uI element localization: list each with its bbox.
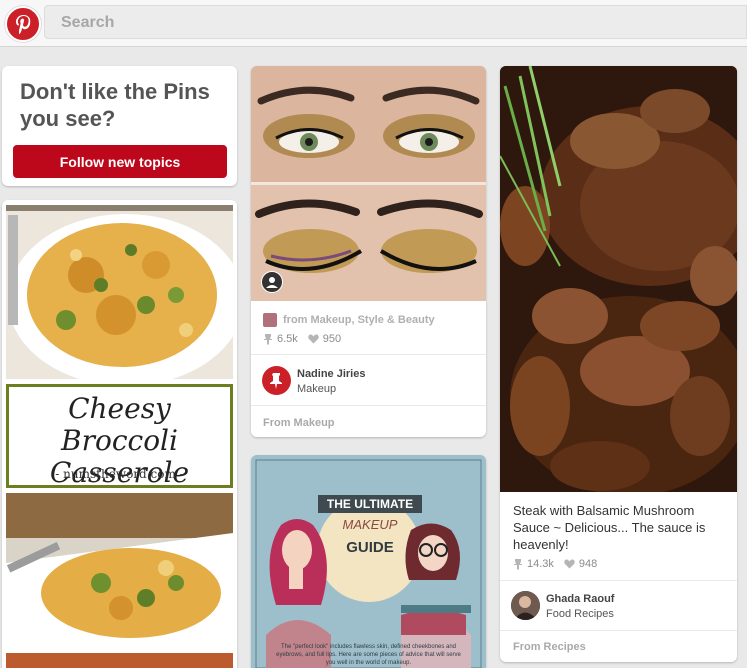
steak-photo [500, 66, 737, 492]
makeup-like-count: 950 [322, 333, 342, 345]
makeup-guide-pin[interactable]: THE ULTIMATE MAKEUP GUIDE The "perfect l… [251, 455, 486, 668]
guide-title-mid: MAKEUP [342, 517, 398, 532]
top-bar: Search [0, 0, 747, 47]
makeup-from[interactable]: From Makeup [263, 417, 335, 429]
casserole-site: - numstheword.com - [55, 467, 184, 481]
search-input[interactable]: Search [44, 5, 747, 39]
makeup-board-name[interactable]: Makeup [297, 383, 336, 395]
steak-username[interactable]: Ghada Raouf [546, 593, 614, 605]
steak-pin[interactable]: Steak with Balsamic Mushroom Sauce ~ Del… [500, 66, 737, 662]
divider [500, 580, 737, 581]
divider [251, 405, 486, 406]
steak-board-name[interactable]: Food Recipes [546, 608, 614, 620]
divider [500, 630, 737, 631]
steak-description: Steak with Balsamic Mushroom Sauce ~ Del… [513, 503, 706, 552]
makeup-source-text: from Makeup, Style & Beauty [283, 314, 435, 326]
steak-from[interactable]: From Recipes [513, 641, 586, 653]
casserole-title-banner: Cheesy Broccoli Casserole - numstheword.… [6, 384, 233, 488]
makeup-stats: 6.5k 950 [263, 333, 341, 345]
repin-icon [514, 559, 522, 570]
steak-like-count: 948 [578, 558, 598, 570]
pin-avatar-icon[interactable] [262, 366, 291, 395]
user-silhouette-icon[interactable] [261, 271, 283, 293]
makeup-source[interactable]: from Makeup, Style & Beauty [263, 313, 435, 327]
casserole-pin[interactable]: Cheesy Broccoli Casserole - numstheword.… [2, 200, 237, 668]
makeup-pin[interactable]: from Makeup, Style & Beauty 6.5k 950 Nad… [251, 66, 486, 437]
board-thumbnail-icon [263, 313, 277, 327]
repin-icon [264, 334, 272, 345]
follow-topics-card: Don't like the Pins you see? Follow new … [2, 66, 237, 186]
casserole-title-line1: Cheesy Broccoli [61, 392, 178, 457]
steak-stats: 14.3k 948 [513, 558, 597, 570]
casserole-photo-bottom [6, 493, 233, 648]
makeup-username[interactable]: Nadine Jiries [297, 368, 365, 380]
guide-title-top: THE ULTIMATE [318, 495, 422, 513]
heart-icon [308, 334, 319, 344]
eye-makeup-photo [251, 66, 486, 301]
follow-new-topics-button[interactable]: Follow new topics [13, 145, 227, 178]
divider [251, 354, 486, 355]
next-pin-photo [6, 653, 233, 668]
search-placeholder: Search [61, 14, 115, 31]
heart-icon [564, 559, 575, 569]
topics-card-title: Don't like the Pins you see? [20, 79, 210, 131]
makeup-repin-count: 6.5k [277, 333, 298, 345]
guide-title-bottom: GUIDE [346, 539, 394, 556]
pinterest-logo-icon[interactable] [5, 6, 41, 42]
user-avatar[interactable] [511, 591, 540, 620]
casserole-photo-top [6, 205, 233, 379]
makeup-guide-image: THE ULTIMATE MAKEUP GUIDE The "perfect l… [251, 455, 486, 668]
guide-caption: The "perfect look" includes flawless ski… [276, 644, 461, 666]
steak-repin-count: 14.3k [527, 558, 554, 570]
